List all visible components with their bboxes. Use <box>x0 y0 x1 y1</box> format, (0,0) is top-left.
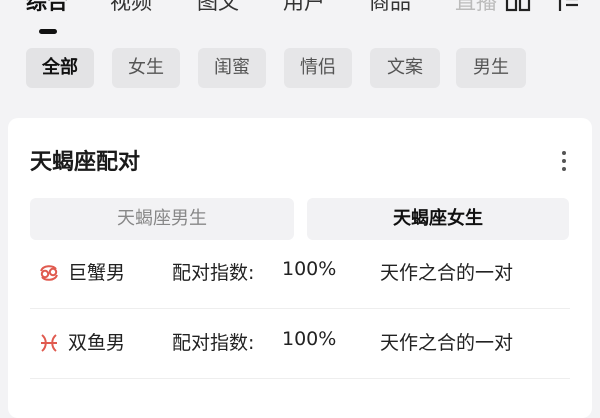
active-tab-indicator <box>39 29 57 34</box>
tab-comprehensive[interactable]: 综合 <box>26 0 68 17</box>
more-vertical-icon[interactable] <box>557 149 571 173</box>
match-score-label: 配对指数: <box>172 332 255 354</box>
row-divider <box>30 378 570 379</box>
match-row[interactable]: 双鱼男 配对指数: 100% 天作之合的一对 <box>30 310 570 378</box>
cancer-icon <box>40 265 58 281</box>
segment-scorpio-male[interactable]: 天蝎座男生 <box>30 198 294 240</box>
chip-girls[interactable]: 女生 <box>112 48 180 88</box>
card-title: 天蝎座配对 <box>30 150 141 175</box>
match-description: 天作之合的一对 <box>380 332 514 354</box>
tab-image-text[interactable]: 图文 <box>197 0 239 17</box>
tab-video[interactable]: 视频 <box>110 0 152 17</box>
tab-live[interactable]: 直播 <box>455 0 497 17</box>
filter-icon[interactable] <box>558 0 580 14</box>
match-row[interactable]: 巨蟹男 配对指数: 100% 天作之合的一对 <box>30 240 570 308</box>
match-score-value: 100% <box>282 258 337 280</box>
chip-besties[interactable]: 闺蜜 <box>198 48 266 88</box>
chip-couples[interactable]: 情侣 <box>284 48 352 88</box>
chip-boys[interactable]: 男生 <box>456 48 526 88</box>
tab-users[interactable]: 用户 <box>283 0 325 17</box>
top-tab-bar: 综合 视频 图文 用户 商品 直播 <box>0 0 600 46</box>
row-divider <box>30 308 570 309</box>
pisces-icon <box>41 334 57 352</box>
match-sign-name: 双鱼男 <box>68 332 126 354</box>
tab-products[interactable]: 商品 <box>369 0 411 17</box>
match-score-label: 配对指数: <box>172 262 255 284</box>
layout-icon[interactable] <box>505 0 531 14</box>
match-sign-name: 巨蟹男 <box>68 262 126 284</box>
match-description: 天作之合的一对 <box>380 262 514 284</box>
chip-all[interactable]: 全部 <box>26 48 94 88</box>
chip-copywriting[interactable]: 文案 <box>370 48 440 88</box>
match-score-value: 100% <box>282 328 337 350</box>
scorpio-match-card: 天蝎座配对 天蝎座男生 天蝎座女生 巨蟹男 配对指数: 100% 天作之合的一对… <box>8 118 592 418</box>
segment-scorpio-female[interactable]: 天蝎座女生 <box>307 198 569 240</box>
